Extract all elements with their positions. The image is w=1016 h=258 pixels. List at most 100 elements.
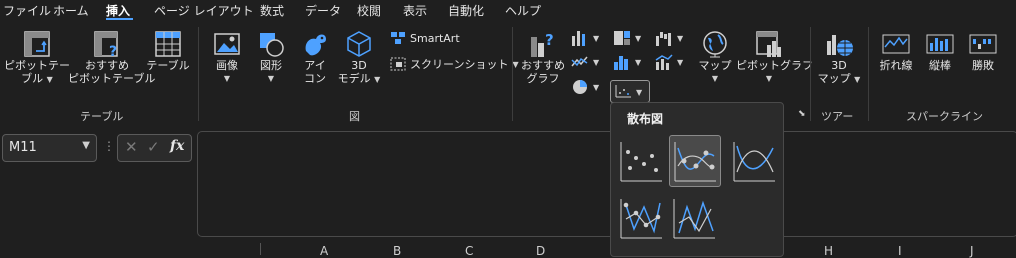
cancel-icon[interactable]: ✕	[125, 138, 138, 156]
recommended-pivot-label-2: ピボットテーブル	[68, 72, 156, 85]
tables-group-label: テーブル	[80, 110, 124, 123]
chevron-down-icon: ▼	[593, 57, 600, 67]
menu-formulas[interactable]: 数式	[260, 2, 284, 19]
3d-map-label-2: マップ	[817, 72, 851, 85]
formula-input[interactable]	[197, 131, 1016, 237]
pivot-chart-label: ピボットグラフ	[736, 59, 813, 72]
icons-button[interactable]: アイ コン	[296, 29, 334, 85]
group-separator	[512, 27, 513, 121]
column-header-i[interactable]: I	[898, 244, 902, 258]
combo-chart-icon	[655, 54, 673, 70]
menu-home[interactable]: ホーム	[53, 2, 89, 19]
column-header-h[interactable]: H	[824, 244, 833, 258]
active-tab-indicator	[106, 18, 133, 20]
shapes-label: 図形	[260, 59, 282, 72]
menu-bar: ファイル ホーム 挿入 ページ レイアウト 数式 データ 校閲 表示 自動化 ヘ…	[0, 0, 1016, 21]
sparkline-line-label: 折れ線	[879, 59, 913, 72]
recommended-pivot-icon: ?	[94, 31, 118, 59]
scatter-straight-lines-option[interactable]	[669, 193, 719, 243]
formula-buttons: ✕ ✓ fx	[117, 134, 192, 162]
chevron-down-icon: ▼	[374, 75, 381, 84]
scatter-option[interactable]	[616, 136, 666, 186]
3d-models-button[interactable]: 3D モデル ▼	[336, 29, 382, 86]
image-button[interactable]: 画像 ▼	[206, 29, 248, 85]
menu-insert[interactable]: 挿入	[106, 2, 130, 19]
sparkline-column-button[interactable]: 縦棒	[920, 29, 960, 72]
recommended-charts-button[interactable]: ? おすすめ グラフ	[520, 29, 566, 85]
maps-button[interactable]: マップ ▼	[696, 29, 734, 85]
menu-review[interactable]: 校閲	[357, 2, 381, 19]
smartart-button[interactable]: SmartArt	[390, 31, 460, 45]
sparkline-line-icon	[882, 34, 910, 54]
recommended-pivot-label-1: おすすめ	[85, 59, 129, 72]
recommended-pivot-table-button[interactable]: ? おすすめ ピボットテーブル	[68, 29, 156, 85]
column-header-d[interactable]: D	[536, 244, 545, 258]
column-chart-icon	[572, 31, 585, 46]
pivot-table-icon	[24, 31, 50, 57]
recommended-charts-label-1: おすすめ	[521, 59, 565, 72]
chevron-down-icon[interactable]: ▼	[82, 140, 90, 151]
table-label: テーブル	[146, 59, 190, 72]
sparkline-line-button[interactable]: 折れ線	[874, 29, 918, 72]
svg-text:?: ?	[545, 31, 554, 49]
enter-icon[interactable]: ✓	[147, 138, 160, 156]
menu-automate[interactable]: 自動化	[448, 2, 484, 19]
pie-chart-icon	[573, 80, 587, 94]
menu-data[interactable]: データ	[305, 2, 341, 19]
formula-area: M11 ▼ ⋮ ✕ ✓ fx A B C D H I J	[0, 125, 1016, 258]
column-chart-button[interactable]: ▼	[571, 30, 599, 46]
3d-map-button[interactable]: 3D マップ ▼	[816, 29, 862, 86]
menu-help[interactable]: ヘルプ	[505, 2, 541, 19]
menu-view[interactable]: 表示	[403, 2, 427, 19]
name-box[interactable]: M11 ▼	[2, 134, 97, 162]
screenshot-label: スクリーンショット	[410, 58, 509, 71]
table-button[interactable]: テーブル	[146, 29, 190, 72]
histogram-icon	[614, 56, 628, 70]
statistic-chart-button[interactable]: ▼	[613, 54, 641, 70]
pivot-chart-button[interactable]: ピボットグラフ ▼	[736, 29, 813, 85]
scatter-smooth-lines-option[interactable]	[729, 136, 779, 186]
column-divider	[260, 243, 261, 255]
maps-label: マップ	[698, 59, 732, 72]
hierarchy-chart-button[interactable]: ▼	[613, 30, 641, 46]
sparkline-column-icon	[926, 34, 954, 54]
charts-dialog-launcher-icon[interactable]: ⬊	[798, 109, 806, 119]
cube-icon	[347, 31, 371, 57]
combo-chart-button[interactable]: ▼	[655, 54, 683, 70]
column-header-b[interactable]: B	[393, 244, 401, 258]
waterfall-chart-button[interactable]: ▼	[655, 30, 683, 46]
recommended-charts-icon: ?	[531, 31, 554, 57]
pie-chart-button[interactable]: ▼	[571, 79, 599, 95]
scatter-smooth-markers-option[interactable]	[669, 135, 721, 187]
group-separator	[810, 27, 811, 121]
more-options-icon[interactable]: ⋮	[103, 139, 115, 153]
svg-text:▼: ▼	[636, 88, 643, 97]
menu-file[interactable]: ファイル	[3, 2, 51, 19]
screenshot-icon	[390, 57, 406, 71]
screenshot-button[interactable]: スクリーンショット ▼	[390, 56, 519, 72]
column-header-a[interactable]: A	[320, 244, 328, 258]
chevron-down-icon: ▼	[46, 75, 53, 84]
line-chart-button[interactable]: ▼	[571, 54, 599, 70]
sparkline-column-label: 縦棒	[929, 59, 951, 72]
scatter-chart-button[interactable]: ▼	[610, 80, 650, 103]
image-label: 画像	[216, 59, 238, 72]
column-header-c[interactable]: C	[465, 244, 473, 258]
group-separator	[198, 27, 199, 121]
smartart-icon	[391, 32, 405, 44]
icons-icon	[305, 34, 326, 56]
shapes-button[interactable]: 図形 ▼	[250, 29, 292, 85]
chevron-down-icon: ▼	[854, 75, 861, 84]
treemap-icon	[614, 31, 630, 45]
menu-page-layout[interactable]: ページ レイアウト	[154, 2, 254, 19]
icons-label-2: コン	[304, 72, 326, 85]
svg-text:?: ?	[109, 44, 117, 59]
column-header-j[interactable]: J	[970, 244, 974, 258]
scatter-dropdown-title: 散布図	[627, 112, 664, 126]
pivot-table-button[interactable]: ピボットテー ブル ▼	[4, 29, 70, 86]
3d-map-label-1: 3D	[831, 59, 847, 72]
scatter-straight-markers-option[interactable]	[616, 193, 666, 243]
insert-function-button[interactable]: fx	[170, 138, 184, 154]
sparkline-winloss-button[interactable]: 勝敗	[963, 29, 1003, 72]
name-box-value: M11	[9, 140, 37, 155]
